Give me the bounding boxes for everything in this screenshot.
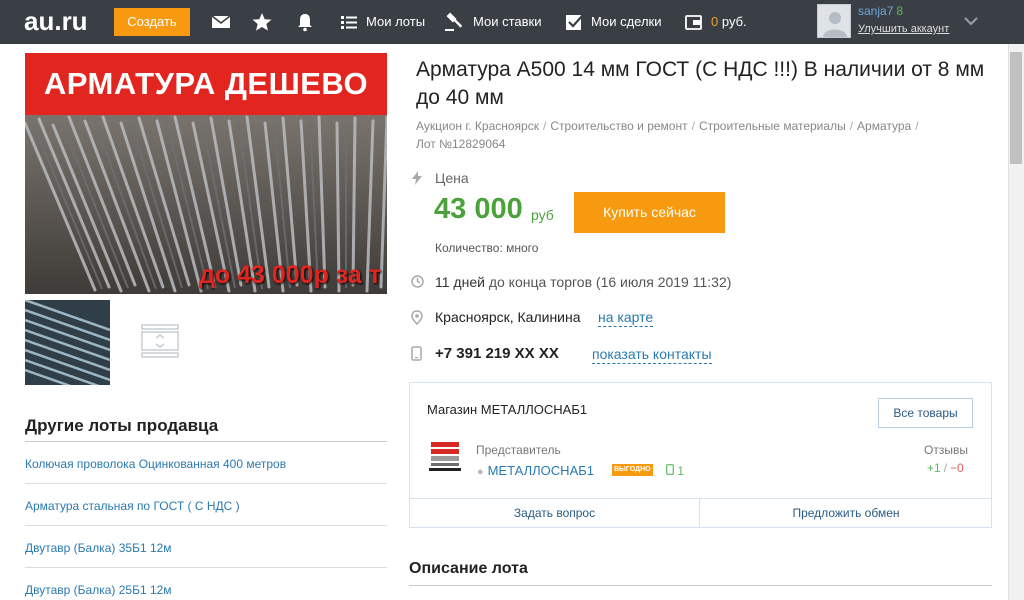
reviews-label: Отзывы — [924, 443, 968, 457]
user-name[interactable]: sanja7 8 — [858, 4, 903, 18]
site-logo[interactable]: au.ru — [24, 6, 88, 37]
upgrade-account-link[interactable]: Улучшить аккаунт — [858, 23, 949, 35]
star-icon[interactable] — [251, 11, 273, 33]
divider — [409, 585, 992, 586]
user-login: sanja7 — [858, 4, 894, 18]
price-label: Цена — [435, 170, 469, 186]
price-currency: руб — [531, 207, 554, 223]
offer-exchange-button[interactable]: Предложить обмен — [701, 499, 991, 527]
show-contacts-link[interactable]: показать контакты — [592, 346, 712, 364]
nav-my-bids[interactable]: Мои ставки — [473, 14, 541, 29]
reviews-separator: / — [943, 461, 948, 475]
ask-question-button[interactable]: Задать вопрос — [410, 499, 700, 527]
other-lot-link[interactable]: Двутавр (Балка) 25Б1 12м — [25, 583, 172, 597]
other-lots-heading: Другие лоты продавца — [25, 416, 219, 435]
image-thumbnail-2-icon[interactable] — [140, 323, 180, 359]
status-badge: ВЫГОДНО — [612, 464, 653, 476]
bell-icon[interactable] — [294, 11, 316, 33]
seller-name: МЕТАЛЛОСНАБ1 — [487, 463, 595, 478]
status-dot-icon: ● — [477, 466, 484, 478]
breadcrumb: Аукцион г. Красноярск / Строительство и ре… — [416, 119, 919, 151]
time-left: 11 дней до конца торгов (16 июля 2019 11… — [435, 274, 731, 290]
create-button[interactable]: Создать — [114, 8, 190, 36]
days-left: 11 дней — [435, 274, 485, 290]
map-link[interactable]: на карте — [598, 309, 654, 327]
divider — [25, 441, 387, 442]
avatar[interactable] — [817, 4, 851, 38]
scrollbar-thumb[interactable] — [1010, 52, 1022, 164]
nav-my-deals[interactable]: Мои сделки — [591, 14, 662, 29]
phone-count: 1 — [677, 464, 685, 478]
user-avatar-icon — [823, 12, 847, 37]
shop-name: Магазин МЕТАЛЛОСНАБ1 — [427, 402, 588, 417]
reviews-negative: −0 — [950, 461, 964, 475]
balance[interactable]: 0 руб. — [711, 14, 747, 29]
phone-icon — [411, 346, 422, 361]
balance-value: 0 — [711, 14, 719, 29]
breadcrumb-item[interactable]: Арматура — [857, 119, 911, 133]
other-lot-link[interactable]: Колючая проволока Оцинкованная 400 метро… — [25, 457, 286, 471]
other-lot-link[interactable]: Двутавр (Балка) 35Б1 12м — [25, 541, 172, 555]
chevron-down-icon[interactable] — [962, 12, 980, 30]
location: Красноярск, Калинина — [435, 309, 581, 325]
lightning-icon — [412, 171, 422, 185]
buy-now-button[interactable]: Купить сейчас — [574, 192, 725, 233]
lot-number: Лот №12829064 — [416, 137, 506, 151]
rebar-thumbnail — [25, 300, 110, 385]
phone-verified: 1 — [666, 464, 684, 478]
gavel-icon[interactable] — [443, 11, 465, 33]
divider — [25, 567, 387, 568]
list-icon[interactable] — [338, 11, 360, 33]
location-pin-icon — [411, 310, 423, 325]
price-value: 43 000 — [434, 193, 523, 225]
divider — [25, 483, 387, 484]
nav-my-lots[interactable]: Мои лоты — [366, 14, 425, 29]
days-suffix: до конца торгов — [488, 274, 593, 290]
seller-link[interactable]: ● МЕТАЛЛОСНАБ1 — [477, 463, 594, 478]
other-lot-link[interactable]: Арматура стальная по ГОСТ ( С НДС ) — [25, 499, 240, 513]
image-thumbnail-1[interactable] — [25, 300, 110, 385]
breadcrumb-item[interactable]: Строительные материалы — [699, 119, 846, 133]
image-price-overlay: до 43 000р за т — [199, 261, 381, 289]
image-banner-text: АРМАТУРА ДЕШЕВО — [25, 53, 387, 115]
reviews-count[interactable]: +1/−0 — [927, 461, 964, 475]
checkbox-icon[interactable] — [563, 11, 585, 33]
divider — [25, 525, 387, 526]
shop-logo[interactable] — [428, 440, 462, 474]
breadcrumb-item[interactable]: Аукцион г. Красноярск — [416, 119, 539, 133]
main-product-image[interactable]: АРМАТУРА ДЕШЕВО до 43 000р за т — [25, 53, 387, 294]
all-goods-button[interactable]: Все товары — [878, 398, 973, 428]
reviews-positive: +1 — [927, 461, 941, 475]
end-date: (16 июля 2019 11:32) — [595, 274, 732, 290]
clock-icon — [411, 275, 424, 288]
lot-title: Арматура А500 14 мм ГОСТ (С НДС !!!) В н… — [416, 58, 985, 109]
representative-label: Представитель — [476, 443, 561, 457]
quantity: Количество: много — [435, 241, 539, 255]
breadcrumb-item[interactable]: Строительство и ремонт — [550, 119, 687, 133]
balance-unit: руб. — [721, 14, 747, 29]
mail-icon[interactable] — [210, 11, 232, 33]
mobile-icon — [666, 464, 674, 475]
phone-number: +7 391 219 XX XX — [435, 345, 559, 362]
description-heading: Описание лота — [409, 560, 528, 577]
wallet-icon[interactable] — [683, 11, 705, 33]
user-rating: 8 — [896, 4, 904, 18]
